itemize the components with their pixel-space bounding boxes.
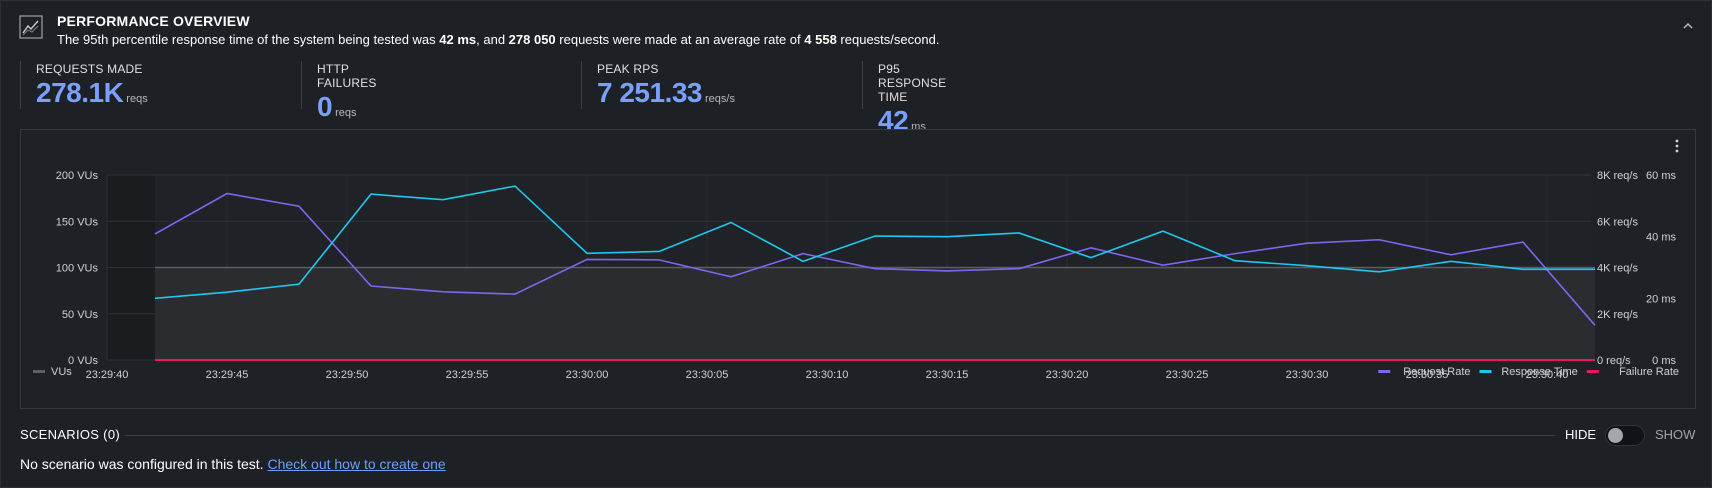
x-tick-label: 23:30:15 [926, 369, 969, 381]
y-left-tick-label: 0 VUs [68, 355, 98, 367]
y-right-time-tick-label: 60 ms [1646, 170, 1676, 182]
panel-description: The 95th percentile response time of the… [57, 32, 940, 47]
y-left-tick-label: 100 VUs [56, 263, 99, 275]
create-scenario-link[interactable]: Check out how to create one [267, 456, 445, 472]
legend-label-vus: VUs [51, 366, 72, 378]
toggle-knob [1608, 428, 1623, 443]
scenarios-empty-text: No scenario was configured in this test.… [20, 456, 446, 472]
performance-overview-panel: PERFORMANCE OVERVIEW The 95th percentile… [0, 0, 1712, 488]
stat-label: REQUESTS MADE [36, 62, 143, 76]
panel-title: PERFORMANCE OVERVIEW [57, 13, 250, 29]
legend-label-failure-rate: Failure Rate [1619, 366, 1679, 378]
y-right-rate-tick-label: 2K req/s [1597, 309, 1638, 321]
y-left-tick-label: 150 VUs [56, 216, 99, 228]
x-tick-label: 23:30:05 [686, 369, 729, 381]
y-right-time-tick-label: 40 ms [1646, 232, 1676, 244]
legend-swatch-vus [33, 370, 45, 373]
stat-value: 7 251.33 [597, 77, 703, 108]
stat-peak-rps: PEAK RPS 7 251.33 reqs/s [581, 61, 735, 109]
desc-requests: 278 050 [508, 32, 556, 47]
y-right-rate-tick-label: 4K req/s [1597, 263, 1638, 275]
stat-unit: reqs [335, 107, 357, 119]
stat-unit: reqs [126, 93, 148, 105]
stat-label: P95 RESPONSE TIME [878, 62, 947, 104]
hide-label: HIDE [1565, 427, 1597, 442]
x-tick-label: 23:29:50 [326, 369, 369, 381]
x-tick-label: 23:29:55 [446, 369, 489, 381]
x-tick-label: 23:29:45 [206, 369, 249, 381]
stat-unit: reqs/s [705, 93, 735, 105]
y-left-tick-label: 200 VUs [56, 170, 99, 182]
desc-rate: 4 558 [804, 32, 837, 47]
chevron-up-icon[interactable] [1681, 21, 1695, 31]
y-right-time-tick-label: 20 ms [1646, 293, 1676, 305]
stat-label: PEAK RPS [597, 62, 659, 76]
stat-requests-made: REQUESTS MADE 278.1K reqs [20, 61, 148, 109]
chart-icon [19, 15, 43, 39]
legend-label-request-rate: Request Rate [1403, 366, 1470, 378]
stat-value: 0 [317, 91, 333, 122]
legend-label-response-time: Response Time [1501, 366, 1577, 378]
legend-swatch-response-time [1479, 370, 1492, 373]
x-tick-label: 23:30:30 [1286, 369, 1329, 381]
stat-value: 278.1K [36, 77, 124, 108]
x-tick-label: 23:29:40 [86, 369, 129, 381]
y-right-rate-tick-label: 6K req/s [1597, 216, 1638, 228]
scenarios-toggle[interactable] [1605, 425, 1645, 446]
chart-canvas: 23:29:40 23:29:45 23:29:50 23:29:55 23:30:00… [33, 170, 1679, 381]
x-tick-label: 23:30:10 [806, 369, 849, 381]
divider [125, 435, 1555, 436]
vus-area [155, 267, 1595, 360]
y-right-rate-tick-label: 8K req/s [1597, 170, 1638, 182]
x-tick-label: 23:30:00 [566, 369, 609, 381]
x-tick-label: 23:30:25 [1166, 369, 1209, 381]
x-tick-label: 23:30:20 [1046, 369, 1089, 381]
legend-swatch-request-rate [1378, 370, 1391, 373]
stat-http-failures: HTTP FAILURES 0 reqs [301, 61, 377, 122]
y-left-tick-label: 50 VUs [62, 309, 99, 321]
scenarios-title: SCENARIOS (0) [20, 427, 120, 442]
performance-chart: 23:29:40 23:29:45 23:29:50 23:29:55 23:30:00… [20, 129, 1696, 409]
legend-swatch-failure-rate [1586, 370, 1599, 373]
stat-label: HTTP FAILURES [317, 62, 377, 90]
desc-p95: 42 ms [439, 32, 477, 47]
stat-p95-response-time: P95 RESPONSE TIME 42 ms [862, 61, 947, 136]
show-label: SHOW [1655, 427, 1696, 442]
